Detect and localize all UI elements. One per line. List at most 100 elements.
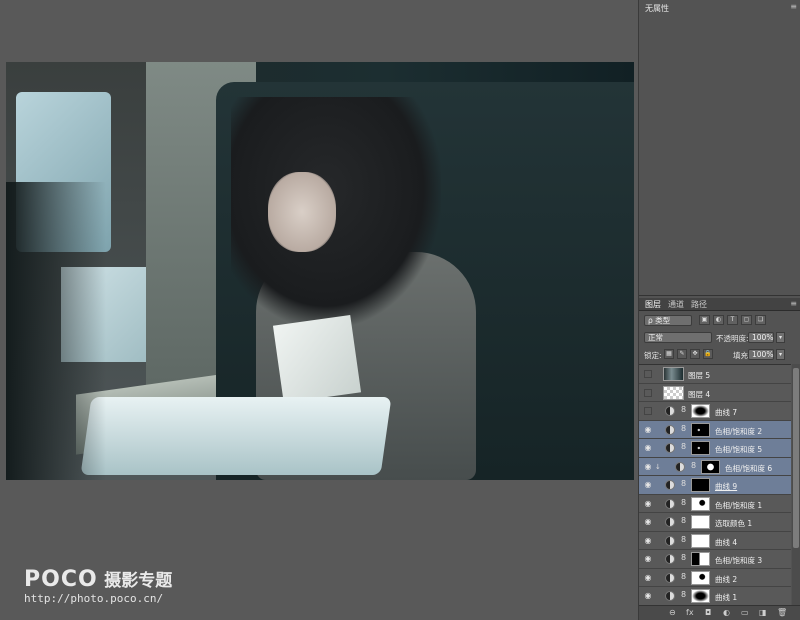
- layer-row[interactable]: ◉ 8 色相/饱和度 3: [639, 550, 791, 569]
- watermark: POCO 摄影专题 http://photo.poco.cn/: [24, 566, 172, 605]
- layer-thumbnail: [663, 385, 684, 400]
- layer-name: 图层 4: [688, 389, 711, 399]
- properties-menu-icon[interactable]: ≡: [790, 2, 797, 11]
- layer-row[interactable]: ◉ 8 曲线 9: [639, 476, 791, 495]
- visibility-off-icon[interactable]: [644, 388, 652, 397]
- opacity-dropdown-icon[interactable]: ▾: [776, 332, 785, 343]
- link-layers-icon[interactable]: ⊖: [669, 608, 676, 617]
- filter-smart-object-icon[interactable]: ❏: [755, 315, 766, 325]
- layer-mask-thumbnail[interactable]: [701, 459, 720, 474]
- layer-name: 色相/饱和度 5: [715, 445, 763, 454]
- layer-mask-thumbnail[interactable]: [691, 496, 710, 511]
- layer-mask-thumbnail[interactable]: [691, 404, 710, 418]
- layer-list-scroll-thumb[interactable]: [793, 368, 799, 548]
- visibility-eye-icon[interactable]: ◉: [643, 425, 653, 434]
- adjustment-layer-icon: [665, 498, 675, 509]
- mask-link-icon[interactable]: 8: [681, 516, 686, 525]
- mask-link-icon[interactable]: 8: [681, 498, 686, 507]
- filter-type-icon[interactable]: T: [727, 315, 738, 325]
- visibility-eye-icon[interactable]: ◉: [643, 573, 653, 582]
- layer-list: 图层 5 图层 4 8 曲线 7 ◉ 8 色相/饱和度 2 ◉ 8 色相/饱和度…: [639, 364, 791, 606]
- visibility-eye-icon[interactable]: ◉: [643, 554, 653, 563]
- layer-mask-thumbnail[interactable]: [691, 552, 710, 566]
- visibility-off-icon[interactable]: [644, 370, 652, 378]
- lock-transparent-icon[interactable]: ▦: [664, 349, 674, 359]
- add-mask-icon[interactable]: ◘: [705, 608, 711, 617]
- layer-filter-kind-select[interactable]: ρ 类型: [644, 315, 692, 326]
- document-canvas-area[interactable]: POCO 摄影专题 http://photo.poco.cn/: [0, 0, 638, 620]
- layer-row[interactable]: ◉ 8 色相/饱和度 1: [639, 494, 791, 513]
- layer-row[interactable]: ◉ 8 曲线 4: [639, 531, 791, 550]
- layer-mask-thumbnail[interactable]: [691, 478, 710, 492]
- mask-link-icon[interactable]: 8: [681, 405, 686, 414]
- layer-row[interactable]: ◉ 8 色相/饱和度 5: [639, 439, 791, 458]
- blend-mode-select[interactable]: 正常: [644, 332, 712, 343]
- document-photo[interactable]: [6, 62, 634, 480]
- layer-row[interactable]: 8 曲线 7: [639, 402, 791, 421]
- layer-name: 曲线 2: [715, 574, 738, 584]
- visibility-eye-icon[interactable]: ◉: [643, 591, 653, 600]
- mask-link-icon[interactable]: 8: [681, 535, 686, 544]
- layer-mask-thumbnail[interactable]: [691, 515, 710, 529]
- layer-name: 色相/饱和度 3: [715, 556, 763, 565]
- filter-adjustment-icon[interactable]: ◐: [713, 315, 724, 325]
- visibility-eye-icon[interactable]: ◉: [643, 499, 653, 508]
- opacity-label: 不透明度:: [716, 334, 749, 343]
- new-group-icon[interactable]: ▭: [741, 608, 749, 617]
- layer-mask-thumbnail[interactable]: [691, 441, 710, 455]
- visibility-off-icon[interactable]: [644, 407, 652, 415]
- tab-channels[interactable]: 通道: [668, 299, 684, 310]
- layer-mask-thumbnail[interactable]: [691, 533, 710, 548]
- mask-link-icon[interactable]: 8: [681, 424, 686, 433]
- visibility-eye-icon[interactable]: ◉: [643, 517, 653, 526]
- layer-row[interactable]: ◉ 8 选取颜色 1: [639, 513, 791, 532]
- lock-label: 锁定:: [644, 351, 662, 360]
- filter-pixel-icon[interactable]: ▣: [699, 315, 710, 325]
- visibility-eye-icon[interactable]: ◉: [643, 462, 653, 471]
- layer-name: 曲线 7: [715, 408, 738, 417]
- filter-shape-icon[interactable]: ▢: [741, 315, 752, 325]
- adjustment-layer-icon: [675, 461, 685, 472]
- watermark-url: http://photo.poco.cn/: [24, 592, 164, 605]
- layers-panel-tabs: 图层 通道 路径 ≡: [639, 298, 800, 311]
- tab-layers[interactable]: 图层: [645, 299, 661, 310]
- delete-layer-icon[interactable]: 🗑: [777, 608, 787, 617]
- fill-field[interactable]: 100%: [748, 349, 774, 360]
- layer-name: 色相/饱和度 6: [725, 463, 773, 473]
- visibility-eye-icon[interactable]: ◉: [643, 480, 653, 489]
- layers-panel: 图层 通道 路径 ≡ ρ 类型 ▣ ◐ T ▢ ❏ 正常 不透明度: 100% …: [639, 298, 800, 620]
- lock-position-icon[interactable]: ✥: [690, 349, 700, 359]
- visibility-eye-icon[interactable]: ◉: [643, 536, 653, 545]
- layer-row[interactable]: ◉ ↓ 8 色相/饱和度 6: [639, 457, 791, 476]
- layer-row[interactable]: ◉ 8 色相/饱和度 2: [639, 420, 791, 439]
- lock-image-icon[interactable]: ✎: [677, 349, 687, 359]
- layer-mask-thumbnail[interactable]: [691, 570, 710, 585]
- tab-paths[interactable]: 路径: [691, 299, 707, 310]
- add-layer-style-icon[interactable]: fx: [686, 608, 694, 617]
- visibility-eye-icon[interactable]: ◉: [643, 443, 653, 452]
- opacity-field[interactable]: 100%: [748, 332, 774, 343]
- mask-link-icon[interactable]: 8: [681, 590, 686, 599]
- adjustment-layer-icon: [665, 572, 675, 583]
- photo-table: [80, 397, 392, 475]
- layer-thumbnail: [663, 367, 684, 381]
- mask-link-icon[interactable]: 8: [681, 572, 686, 581]
- lock-icons: ▦ ✎ ✥ 🔒: [664, 349, 713, 359]
- layer-row[interactable]: ◉ 8 曲线 1: [639, 587, 791, 606]
- fill-dropdown-icon[interactable]: ▾: [776, 349, 785, 360]
- new-layer-icon[interactable]: ◨: [759, 608, 767, 617]
- properties-panel: 无属性 ≡: [639, 0, 800, 296]
- layer-row[interactable]: 图层 4: [639, 383, 791, 402]
- layer-mask-thumbnail[interactable]: [691, 422, 710, 437]
- layer-row[interactable]: 图层 5: [639, 365, 791, 384]
- mask-link-icon[interactable]: 8: [681, 479, 686, 488]
- mask-link-icon[interactable]: 8: [691, 461, 696, 470]
- layer-row[interactable]: ◉ 8 曲线 2: [639, 568, 791, 587]
- mask-link-icon[interactable]: 8: [681, 442, 686, 451]
- lock-all-icon[interactable]: 🔒: [703, 349, 713, 359]
- layers-menu-icon[interactable]: ≡: [790, 299, 797, 308]
- mask-link-icon[interactable]: 8: [681, 553, 686, 562]
- layer-list-scrollbar[interactable]: [792, 364, 800, 606]
- new-adjustment-layer-icon[interactable]: ◐: [723, 608, 730, 617]
- layer-mask-thumbnail[interactable]: [691, 589, 710, 603]
